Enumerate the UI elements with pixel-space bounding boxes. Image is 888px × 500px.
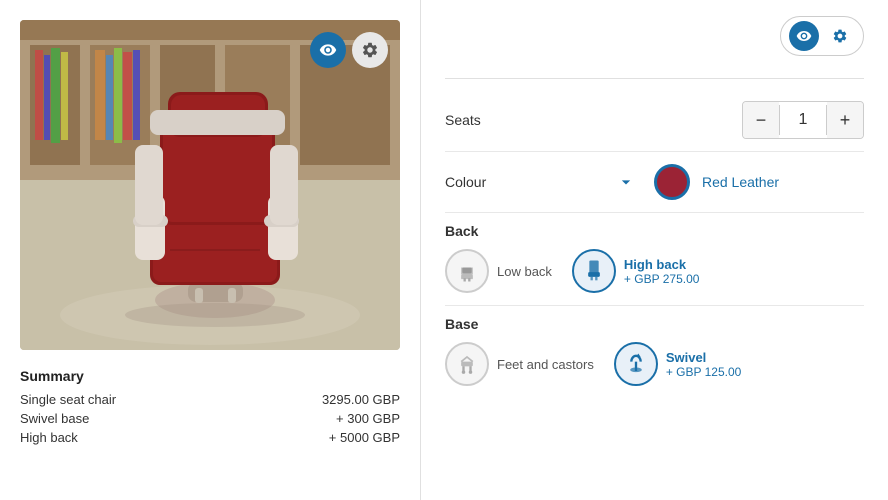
high-back-icon	[572, 249, 616, 293]
image-controls	[310, 32, 388, 68]
swivel-icon-svg	[622, 350, 650, 378]
image-gear-button[interactable]	[352, 32, 388, 68]
feet-castors-name: Feet and castors	[497, 357, 594, 372]
back-section-title: Back	[445, 223, 864, 239]
summary-label-2: High back	[20, 430, 78, 445]
colour-swatch[interactable]	[654, 164, 690, 200]
summary-price-1: + 300 GBP	[336, 411, 400, 426]
high-back-price: + GBP 275.00	[624, 272, 700, 286]
colour-row: Colour Red Leather	[445, 152, 864, 213]
summary-section: Summary Single seat chair 3295.00 GBP Sw…	[20, 368, 400, 449]
gear-icon	[361, 41, 379, 59]
feet-castors-icon	[445, 342, 489, 386]
summary-label-1: Swivel base	[20, 411, 89, 426]
summary-price-0: 3295.00 GBP	[322, 392, 400, 407]
low-back-text: Low back	[497, 264, 552, 279]
decrement-button[interactable]: −	[743, 102, 779, 138]
summary-price-2: + 5000 GBP	[329, 430, 400, 445]
low-back-chair-icon	[453, 257, 481, 285]
swivel-price: + GBP 125.00	[666, 365, 742, 379]
low-back-option[interactable]: Low back	[445, 249, 552, 293]
swivel-option[interactable]: Swivel + GBP 125.00	[614, 342, 742, 386]
high-back-text: High back + GBP 275.00	[624, 257, 700, 286]
swivel-icon	[614, 342, 658, 386]
summary-row-1: Swivel base + 300 GBP	[20, 411, 400, 426]
swivel-text: Swivel + GBP 125.00	[666, 350, 742, 379]
summary-row-0: Single seat chair 3295.00 GBP	[20, 392, 400, 407]
increment-button[interactable]: +	[827, 102, 863, 138]
low-back-icon	[445, 249, 489, 293]
colour-label: Colour	[445, 174, 525, 190]
colour-chevron-button[interactable]	[610, 166, 642, 198]
summary-label-0: Single seat chair	[20, 392, 116, 407]
summary-title: Summary	[20, 368, 400, 384]
seats-content: − 1 +	[525, 101, 864, 139]
chevron-down-icon	[616, 172, 636, 192]
base-section-title: Base	[445, 316, 864, 332]
high-back-name: High back	[624, 257, 700, 272]
header-controls	[780, 16, 864, 56]
feet-castors-text: Feet and castors	[497, 357, 594, 372]
high-back-chair-icon	[580, 257, 608, 285]
header-eye-button[interactable]	[789, 21, 819, 51]
low-back-name: Low back	[497, 264, 552, 279]
swivel-name: Swivel	[666, 350, 742, 365]
feet-castors-icon-svg	[453, 350, 481, 378]
chair-illustration	[20, 20, 400, 350]
feet-castors-option[interactable]: Feet and castors	[445, 342, 594, 386]
colour-name: Red Leather	[702, 174, 779, 190]
right-panel: Seats − 1 + Colour Red Leather Back	[420, 0, 888, 500]
colour-content: Red Leather	[525, 164, 864, 200]
top-divider	[445, 78, 864, 79]
header-gear-icon	[832, 28, 848, 44]
base-options: Feet and castors Swivel + GBP 125.00	[445, 342, 864, 386]
high-back-option[interactable]: High back + GBP 275.00	[572, 249, 700, 293]
seats-label: Seats	[445, 112, 525, 128]
product-image-container	[20, 20, 400, 350]
header-gear-button[interactable]	[825, 21, 855, 51]
quantity-control: − 1 +	[742, 101, 864, 139]
right-header	[445, 16, 864, 56]
image-eye-button[interactable]	[310, 32, 346, 68]
quantity-value: 1	[779, 105, 827, 135]
eye-icon	[319, 41, 337, 59]
back-options: Low back High back + GBP 275.00	[445, 249, 864, 306]
seats-row: Seats − 1 +	[445, 89, 864, 152]
summary-row-2: High back + 5000 GBP	[20, 430, 400, 445]
header-eye-icon	[796, 28, 812, 44]
left-panel: Summary Single seat chair 3295.00 GBP Sw…	[0, 0, 420, 500]
